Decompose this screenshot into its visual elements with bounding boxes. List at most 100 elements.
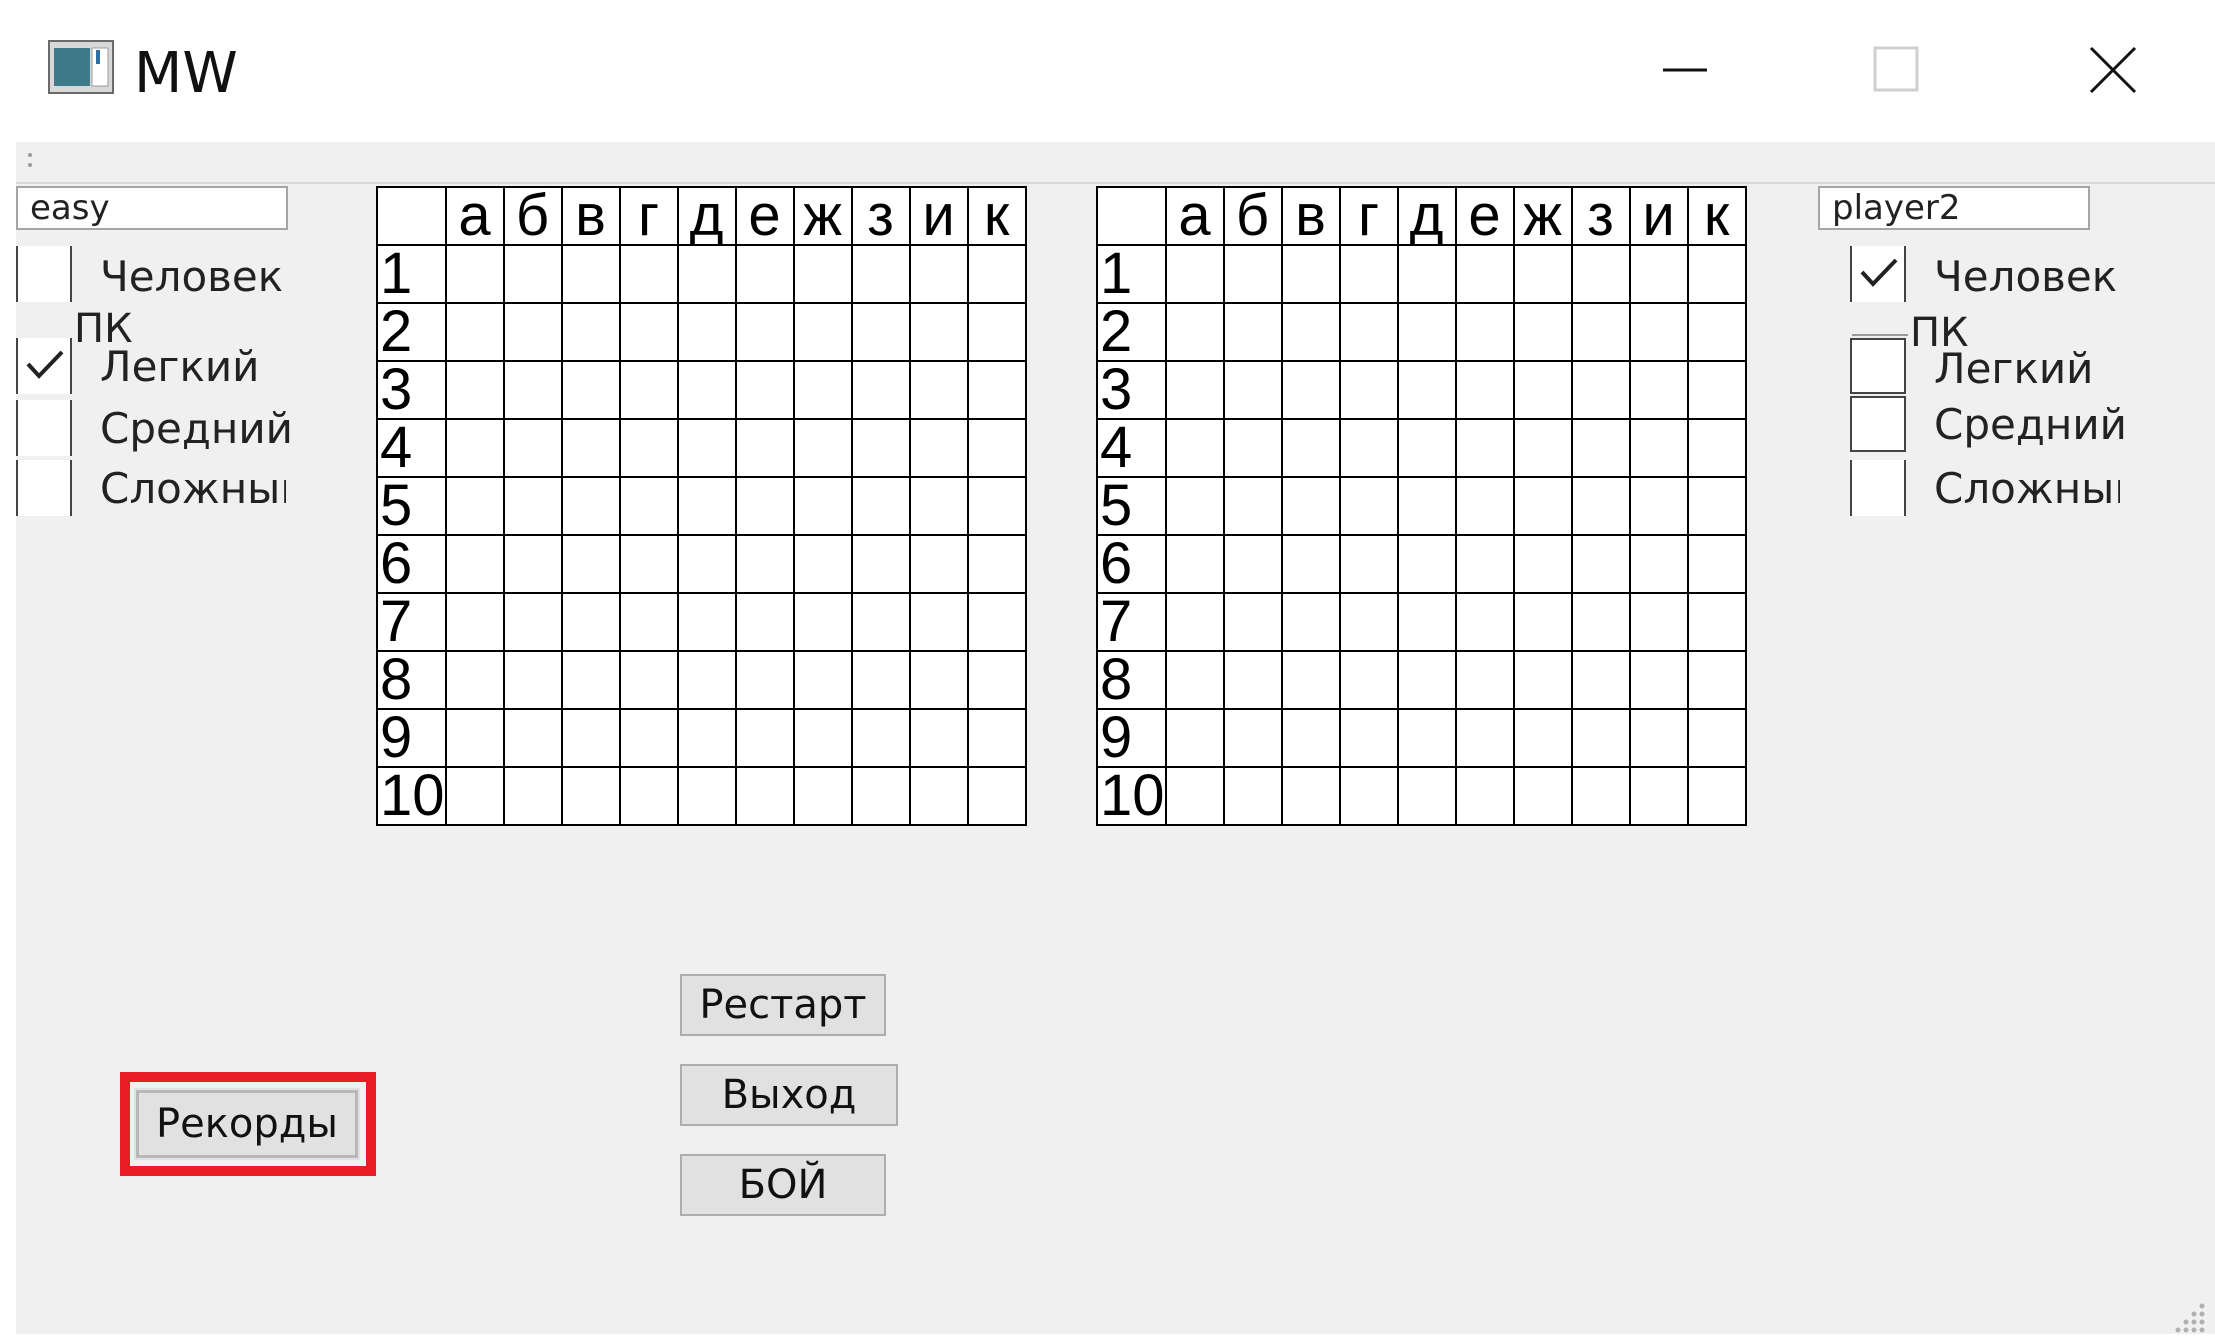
- player1-board-cell[interactable]: [676, 302, 737, 362]
- player1-board-cell[interactable]: [560, 476, 621, 536]
- player1-board-cell[interactable]: [618, 708, 679, 768]
- player2-board-cell[interactable]: [1338, 418, 1399, 478]
- player2-board-cell[interactable]: [1222, 708, 1283, 768]
- player2-board-cell[interactable]: [1454, 302, 1515, 362]
- player2-board-cell[interactable]: [1628, 708, 1689, 768]
- player2-board-cell[interactable]: [1686, 534, 1747, 594]
- player2-board-cell[interactable]: [1512, 476, 1573, 536]
- player2-board-cell[interactable]: [1338, 708, 1399, 768]
- player2-human-checkbox[interactable]: [1850, 246, 1906, 302]
- player2-board-cell[interactable]: [1628, 418, 1689, 478]
- player2-board-cell[interactable]: [1686, 650, 1747, 710]
- player2-board-cell[interactable]: [1222, 302, 1283, 362]
- player2-board-cell[interactable]: [1512, 650, 1573, 710]
- player2-board-cell[interactable]: [1570, 534, 1631, 594]
- player2-medium-checkbox[interactable]: [1850, 396, 1906, 452]
- player1-board-cell[interactable]: [502, 418, 563, 478]
- player1-board-cell[interactable]: [850, 360, 911, 420]
- player1-board-cell[interactable]: [734, 592, 795, 652]
- player2-board-cell[interactable]: [1164, 650, 1225, 710]
- player1-board-cell[interactable]: [734, 766, 795, 826]
- player1-board-cell[interactable]: [734, 302, 795, 362]
- player2-board-cell[interactable]: [1628, 302, 1689, 362]
- player1-human-checkbox[interactable]: [16, 246, 72, 302]
- player1-board-cell[interactable]: [560, 708, 621, 768]
- player1-board-cell[interactable]: [444, 766, 505, 826]
- player2-board-cell[interactable]: [1222, 650, 1283, 710]
- player1-board-cell[interactable]: [676, 476, 737, 536]
- player1-board-cell[interactable]: [966, 708, 1027, 768]
- player2-board-cell[interactable]: [1222, 418, 1283, 478]
- player2-board-cell[interactable]: [1396, 534, 1457, 594]
- player2-board-cell[interactable]: [1164, 708, 1225, 768]
- player1-board-cell[interactable]: [908, 650, 969, 710]
- player2-board-cell[interactable]: [1222, 476, 1283, 536]
- player1-board-cell[interactable]: [444, 418, 505, 478]
- player2-board-cell[interactable]: [1512, 708, 1573, 768]
- player1-board-cell[interactable]: [676, 766, 737, 826]
- player2-board-cell[interactable]: [1164, 766, 1225, 826]
- player1-board-cell[interactable]: [966, 302, 1027, 362]
- player2-board-cell[interactable]: [1338, 766, 1399, 826]
- player1-board-cell[interactable]: [792, 650, 853, 710]
- close-icon[interactable]: [2068, 30, 2158, 114]
- player1-board-cell[interactable]: [734, 650, 795, 710]
- player1-board-cell[interactable]: [676, 360, 737, 420]
- player2-easy-checkbox[interactable]: [1850, 338, 1906, 394]
- player1-board-cell[interactable]: [850, 766, 911, 826]
- player2-board-cell[interactable]: [1686, 766, 1747, 826]
- player1-board-cell[interactable]: [966, 244, 1027, 304]
- player2-board-cell[interactable]: [1628, 534, 1689, 594]
- player1-board-cell[interactable]: [908, 360, 969, 420]
- player1-board-cell[interactable]: [560, 244, 621, 304]
- player1-board-cell[interactable]: [618, 476, 679, 536]
- player1-board-cell[interactable]: [444, 592, 505, 652]
- player2-board-cell[interactable]: [1164, 534, 1225, 594]
- player2-board-cell[interactable]: [1396, 244, 1457, 304]
- player1-board-cell[interactable]: [850, 476, 911, 536]
- player2-board-cell[interactable]: [1570, 708, 1631, 768]
- player2-board-cell[interactable]: [1454, 650, 1515, 710]
- player1-board-cell[interactable]: [966, 592, 1027, 652]
- player2-board-cell[interactable]: [1686, 302, 1747, 362]
- player2-board-cell[interactable]: [1512, 418, 1573, 478]
- player2-board-cell[interactable]: [1512, 244, 1573, 304]
- player2-board-cell[interactable]: [1280, 418, 1341, 478]
- player2-name-input[interactable]: [1818, 186, 2090, 230]
- player2-board-cell[interactable]: [1164, 244, 1225, 304]
- player1-board-cell[interactable]: [676, 534, 737, 594]
- player1-board-cell[interactable]: [444, 476, 505, 536]
- player1-board-cell[interactable]: [502, 708, 563, 768]
- player2-board-cell[interactable]: [1280, 360, 1341, 420]
- player1-board-cell[interactable]: [444, 708, 505, 768]
- player2-board-cell[interactable]: [1454, 766, 1515, 826]
- player1-board-cell[interactable]: [444, 244, 505, 304]
- player1-board-cell[interactable]: [908, 534, 969, 594]
- player2-board-cell[interactable]: [1164, 418, 1225, 478]
- player2-board-cell[interactable]: [1628, 650, 1689, 710]
- player1-board-cell[interactable]: [966, 360, 1027, 420]
- player2-board-cell[interactable]: [1628, 244, 1689, 304]
- player2-board-cell[interactable]: [1280, 650, 1341, 710]
- player1-board-cell[interactable]: [734, 476, 795, 536]
- player1-board-cell[interactable]: [444, 650, 505, 710]
- player2-board-cell[interactable]: [1454, 418, 1515, 478]
- player1-medium-checkbox[interactable]: [16, 400, 72, 456]
- player2-board-cell[interactable]: [1280, 592, 1341, 652]
- player2-board-cell[interactable]: [1280, 766, 1341, 826]
- player1-board-cell[interactable]: [792, 708, 853, 768]
- player1-board-cell[interactable]: [676, 708, 737, 768]
- player1-board-cell[interactable]: [734, 418, 795, 478]
- player2-board-cell[interactable]: [1570, 244, 1631, 304]
- player2-board-cell[interactable]: [1454, 476, 1515, 536]
- player2-board-cell[interactable]: [1628, 766, 1689, 826]
- player1-board-cell[interactable]: [850, 708, 911, 768]
- player2-board-cell[interactable]: [1454, 534, 1515, 594]
- player1-board-cell[interactable]: [908, 476, 969, 536]
- player1-board-cell[interactable]: [908, 592, 969, 652]
- player1-board-cell[interactable]: [618, 418, 679, 478]
- player2-board-cell[interactable]: [1338, 476, 1399, 536]
- player2-hard-checkbox[interactable]: [1850, 460, 1906, 516]
- player1-board-cell[interactable]: [908, 418, 969, 478]
- restart-button[interactable]: Рестарт: [680, 974, 886, 1036]
